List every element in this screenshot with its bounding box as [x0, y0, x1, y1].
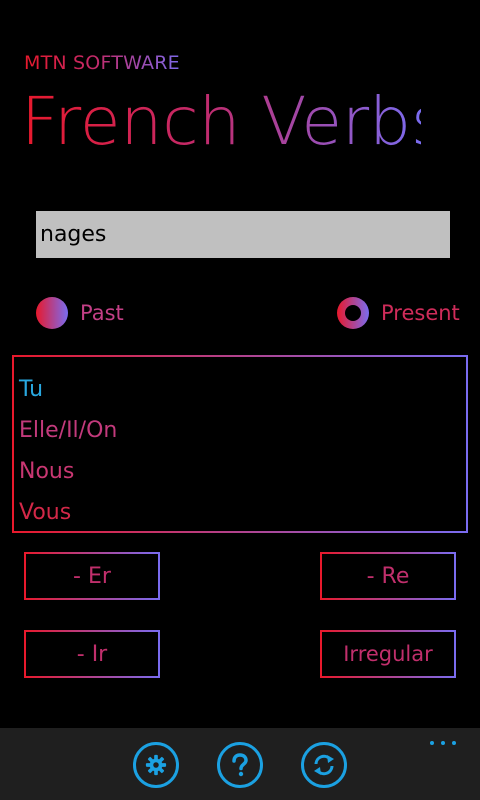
settings-icon	[145, 754, 167, 776]
ir-verbs-button[interactable]: - Ir	[24, 630, 160, 678]
conjugation-row-elle-il-on: Elle/Il/On	[19, 418, 118, 443]
conjugation-row-nous: Nous	[19, 459, 75, 484]
past-label: Past	[80, 301, 124, 325]
present-label: Present	[381, 301, 460, 325]
irregular-verbs-button[interactable]: Irregular	[320, 630, 456, 678]
app-title: French Verbs	[21, 80, 445, 164]
past-radio-circle[interactable]	[36, 297, 68, 329]
conjugation-list: Tu Elle/Il/On Nous Vous	[12, 355, 468, 533]
app-bar	[0, 728, 480, 800]
help-button[interactable]	[217, 742, 263, 788]
conjugation-row-tu: Tu	[19, 377, 44, 402]
help-icon	[229, 753, 251, 777]
brand-label: MTN SOFTWARE	[24, 52, 184, 74]
sync-button[interactable]	[301, 742, 347, 788]
ellipsis-dot	[452, 741, 456, 745]
re-verbs-button[interactable]: - Re	[320, 552, 456, 600]
past-radio[interactable]: Past	[36, 297, 124, 329]
verb-input[interactable]	[36, 211, 450, 258]
ellipsis-dot	[430, 741, 434, 745]
ellipsis-dot	[441, 741, 445, 745]
present-radio-circle[interactable]	[337, 297, 369, 329]
sync-icon	[312, 753, 336, 777]
settings-button[interactable]	[133, 742, 179, 788]
er-verbs-button[interactable]: - Er	[24, 552, 160, 600]
conjugation-row-vous: Vous	[19, 500, 72, 525]
more-options-icon[interactable]	[430, 736, 456, 750]
present-radio[interactable]: Present	[337, 297, 460, 329]
